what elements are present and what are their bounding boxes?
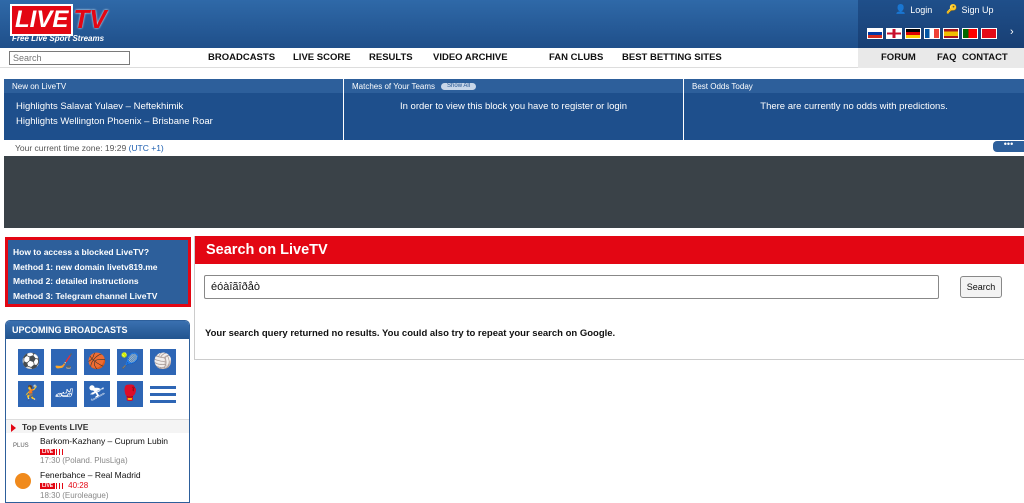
query-input[interactable] [204,275,939,299]
search-button[interactable]: Search [960,276,1002,298]
navbar: BROADCASTS LIVE SCORE RESULTS VIDEO ARCH… [0,48,1024,68]
upcoming-broadcasts-title: UPCOMING BROADCASTS [6,321,189,339]
hockey-icon[interactable]: 🏒 [51,349,77,375]
event-title[interactable]: Barkom-Kazhany – Cuprum Lubin [40,436,189,446]
event-meta: 18:30 (Euroleague) [40,491,109,500]
page: LIVE TV Free Live Sport Streams 👤 Login 🔑… [0,0,1024,503]
nav-fan-clubs[interactable]: FAN CLUBS [549,52,603,63]
timezone-utc-link[interactable]: (UTC +1) [129,143,164,153]
winter-sports-icon[interactable]: ⛷ [84,381,110,407]
nav-broadcasts[interactable]: BROADCASTS [208,52,275,63]
event-live-time: 40:28 [68,481,89,490]
event-title[interactable]: Fenerbahce – Real Madrid [40,470,189,480]
blocked-access-box: How to access a blocked LiveTV? Method 1… [5,237,191,307]
sport-icons: ⚽ 🏒 🏀 🎾 🏐 🤾 🏎 ⛷ 🥊 [6,339,189,407]
chevron-right-icon[interactable]: › [1010,26,1014,38]
matches-head: Matches of Your Teams Show All [344,79,683,93]
more-dots-icon[interactable]: ••• [993,140,1024,152]
show-all-button[interactable]: Show All [441,82,477,90]
logo-tv: TV [73,4,107,34]
blocked-method[interactable]: Method 3: Telegram channel LiveTV [13,289,183,304]
blocked-title[interactable]: How to access a blocked LiveTV? [13,245,183,260]
language-flags [867,28,997,39]
flag-germany[interactable] [905,28,921,39]
best-odds-today: Best Odds Today There are currently no o… [684,79,1024,140]
search-panel: Search on LiveTV Search Your search quer… [194,236,1024,360]
basketball-logo-icon [15,473,31,489]
nav-faq[interactable]: FAQ [937,52,957,63]
volleyball-icon[interactable]: 🏐 [150,349,176,375]
handball-icon[interactable]: 🤾 [18,381,44,407]
nav-contact[interactable]: CONTACT [962,52,1008,63]
header: LIVE TV Free Live Sport Streams 👤 Login 🔑… [0,0,1024,48]
flag-portugal[interactable] [962,28,978,39]
basketball-icon[interactable]: 🏀 [84,349,110,375]
event-meta: 17:30 (Poland. PlusLiga) [40,456,128,465]
user-links: 👤 Login 🔑 Sign Up [895,4,994,15]
live-badge: LIVE [40,448,56,455]
motorsport-icon[interactable]: 🏎 [51,381,77,407]
matches-of-your-teams: Matches of Your Teams Show All In order … [344,79,683,140]
combat-sports-icon[interactable]: 🥊 [117,381,143,407]
nav-video-archive[interactable]: VIDEO ARCHIVE [433,52,508,63]
event-live-row: LIVE [40,446,189,456]
plusliga-logo-icon: PLUS [13,443,29,449]
key-icon: 🔑 [946,4,958,14]
top-events-label: Top Events LIVE [6,419,189,433]
flag-spain[interactable] [943,28,959,39]
new-on-livetv: New on LiveTV Highlights Salavat Yulaev … [4,79,343,140]
live-bars-icon [56,482,65,489]
timezone-bar: Your current time zone: 19:29 (UTC +1) [0,140,1024,156]
matches-title: Matches of Your Teams [352,81,436,91]
new-item[interactable]: Highlights Salavat Yulaev – Neftekhimik [16,99,331,114]
no-results-message: Your search query returned no results. Y… [205,328,616,339]
menu-icon[interactable] [150,381,176,407]
tagline: Free Live Sport Streams [12,34,105,43]
new-on-livetv-title: New on LiveTV [4,79,343,93]
new-on-livetv-list: Highlights Salavat Yulaev – Neftekhimik … [4,93,343,135]
nav-results[interactable]: RESULTS [369,52,413,63]
flag-turkey[interactable] [981,28,997,39]
football-icon[interactable]: ⚽ [18,349,44,375]
nav-live-score[interactable]: LIVE SCORE [293,52,351,63]
signup-label: Sign Up [961,4,994,15]
live-bars-icon [56,448,65,455]
logo-live: LIVE [10,4,74,36]
best-odds-message: There are currently no odds with predict… [760,101,948,112]
blocked-method[interactable]: Method 2: detailed instructions [13,274,183,289]
flag-france[interactable] [924,28,940,39]
login-link[interactable]: 👤 Login [895,4,932,15]
tennis-icon[interactable]: 🎾 [117,349,143,375]
banner-area [4,156,1024,228]
event-item[interactable]: PLUS Barkom-Kazhany – Cuprum Lubin LIVE … [6,433,189,467]
search-input[interactable] [9,51,130,65]
search-title: Search on LiveTV [195,236,1024,264]
live-badge: LIVE [40,482,56,489]
upcoming-broadcasts: UPCOMING BROADCASTS ⚽ 🏒 🏀 🎾 🏐 🤾 🏎 ⛷ 🥊 To… [5,320,190,503]
timezone-text: Your current time zone: 19:29 [15,143,127,153]
event-item[interactable]: Fenerbahce – Real Madrid LIVE 40:28 18:30… [6,467,189,501]
new-item[interactable]: Highlights Wellington Phoenix – Brisbane… [16,114,331,129]
blocked-method[interactable]: Method 1: new domain livetv819.me [13,260,183,275]
info-bar: New on LiveTV Highlights Salavat Yulaev … [4,79,1024,140]
flag-russia[interactable] [867,28,883,39]
login-label: Login [910,4,933,15]
signup-link[interactable]: 🔑 Sign Up [946,4,993,15]
matches-message: In order to view this block you have to … [399,101,628,112]
best-odds-title: Best Odds Today [684,79,1024,93]
user-icon: 👤 [895,4,907,14]
event-live-row: LIVE 40:28 [40,480,189,491]
livetv-logo[interactable]: LIVE TV [10,4,107,36]
nav-forum[interactable]: FORUM [881,52,916,63]
nav-best-betting-sites[interactable]: BEST BETTING SITES [622,52,722,63]
flag-england[interactable] [886,28,902,39]
